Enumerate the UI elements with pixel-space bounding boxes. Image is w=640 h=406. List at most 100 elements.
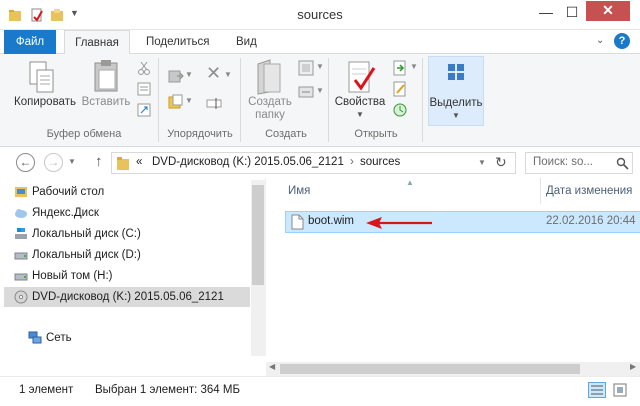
ribbon-tabs: Файл Главная Поделиться Вид (0, 30, 640, 55)
nav-label: DVD-дисковод (K:) 2015.05.06_2121 (32, 291, 224, 303)
tab-home[interactable]: Главная (64, 30, 130, 55)
address-segment-folder[interactable]: sources (360, 156, 400, 168)
ribbon-collapse-icon[interactable]: ⌄ (596, 35, 604, 46)
paste-icon[interactable] (90, 58, 122, 96)
close-button[interactable]: ✕ (586, 1, 630, 21)
copy-to-dropdown-icon[interactable]: ▼ (185, 96, 193, 105)
history-icon[interactable] (392, 102, 408, 118)
file-row[interactable]: boot.wim 22.02.2016 20:44 (285, 211, 640, 233)
tab-share[interactable]: Поделиться (136, 30, 220, 54)
select-dropdown-icon: ▼ (452, 111, 460, 120)
ribbon: Копировать Вставить Буфер обмена ▼ ▼ ✕ ▼… (0, 54, 640, 147)
cut-icon[interactable] (136, 60, 152, 76)
details-view-icon[interactable] (588, 382, 606, 398)
new-folder-button[interactable]: Создать папку (244, 96, 296, 122)
search-icon[interactable] (616, 157, 629, 170)
nav-item-desktop[interactable]: Рабочий стол (15, 182, 105, 202)
drive-icon (14, 273, 28, 281)
scroll-right-icon[interactable]: ▶ (630, 362, 636, 371)
select-label: Выделить (429, 97, 483, 109)
forward-button[interactable]: → (44, 153, 63, 172)
up-button[interactable]: ↑ (95, 153, 103, 170)
properties-icon[interactable] (346, 60, 376, 96)
open-icon[interactable] (392, 60, 408, 76)
nav-item-drive-d[interactable]: Локальный диск (D:) (14, 245, 141, 265)
tab-file[interactable]: Файл (4, 30, 56, 54)
sort-indicator-icon: ▲ (406, 178, 414, 187)
copy-to-icon[interactable] (168, 94, 184, 110)
horizontal-scrollbar[interactable]: ◀ ▶ (266, 362, 640, 376)
column-header-name[interactable]: Имя (288, 185, 310, 197)
address-separator[interactable]: › (350, 156, 354, 168)
desktop-folder-icon (15, 187, 27, 197)
status-bar: 1 элемент Выбран 1 элемент: 364 МБ (0, 376, 640, 406)
help-icon[interactable]: ? (614, 33, 630, 49)
refresh-icon[interactable]: ↻ (495, 154, 507, 171)
copy-button[interactable]: Копировать (12, 96, 78, 108)
nav-item-dvd-drive[interactable]: DVD-дисковод (K:) 2015.05.06_2121 (4, 287, 250, 307)
red-arrow-annotation-icon (366, 217, 432, 229)
new-folder-label-line1: Создать (248, 96, 292, 108)
nav-label: Сеть (46, 332, 72, 344)
create-group-label: Создать (265, 128, 307, 140)
new-item-icon[interactable] (298, 60, 314, 76)
rename-icon[interactable] (206, 96, 222, 112)
item-count: 1 элемент (19, 384, 74, 396)
file-date: 22.02.2016 20:44 (546, 215, 636, 227)
address-bar-row: ← → ▼ ↑ « DVD-дисковод (K:) 2015.05.06_2… (0, 148, 640, 178)
nav-label: Рабочий стол (32, 186, 105, 198)
scrollbar-thumb[interactable] (280, 364, 580, 374)
new-folder-icon[interactable] (254, 58, 284, 96)
dvd-icon (14, 290, 28, 304)
back-button[interactable]: ← (16, 153, 35, 172)
group-divider (422, 58, 423, 142)
nav-label: Новый том (H:) (32, 270, 113, 282)
open-group-label: Открыть (354, 128, 398, 140)
nav-pane-scrollbar[interactable] (251, 180, 265, 356)
tab-view[interactable]: Вид (226, 30, 267, 54)
selection-info: Выбран 1 элемент: 364 МБ (95, 384, 240, 396)
copy-icon[interactable] (26, 60, 58, 96)
scrollbar-thumb[interactable] (252, 185, 264, 285)
file-name: boot.wim (308, 215, 355, 227)
group-divider (240, 58, 241, 142)
move-to-icon[interactable] (168, 68, 184, 84)
clipboard-group-label: Буфер обмена (46, 128, 122, 140)
easy-access-icon[interactable] (298, 84, 314, 100)
scroll-left-icon[interactable]: ◀ (269, 362, 275, 371)
properties-button[interactable]: Свойства (332, 96, 388, 108)
delete-icon[interactable]: ✕ (206, 64, 221, 82)
nav-item-network[interactable]: Сеть (28, 328, 72, 348)
paste-shortcut-icon[interactable] (136, 102, 152, 118)
edit-icon[interactable] (392, 81, 408, 97)
open-dropdown-icon[interactable]: ▼ (410, 62, 418, 71)
maximize-button[interactable]: ☐ (558, 2, 586, 24)
search-box[interactable]: Поиск: so... (525, 152, 633, 174)
column-divider[interactable] (540, 178, 541, 204)
column-header-date[interactable]: Дата изменения (546, 185, 632, 197)
nav-label: Яндекс.Диск (32, 207, 99, 219)
nav-item-yandex-disk[interactable]: Яндекс.Диск (15, 203, 99, 223)
search-input[interactable]: Поиск: so... (533, 156, 593, 168)
new-item-dropdown-icon[interactable]: ▼ (316, 62, 324, 71)
nav-item-drive-h[interactable]: Новый том (H:) (14, 266, 113, 286)
nav-item-drive-c[interactable]: Локальный диск (C:) (15, 224, 141, 244)
properties-dropdown-icon[interactable]: ▼ (356, 110, 364, 119)
address-segment-drive[interactable]: DVD-дисковод (K:) 2015.05.06_2121 (152, 156, 344, 168)
select-button[interactable]: Выделить ▼ (428, 56, 484, 126)
network-icon (28, 331, 42, 344)
address-history-icon[interactable]: ▼ (478, 158, 486, 167)
address-overflow[interactable]: « (136, 156, 142, 168)
system-drive-icon (15, 228, 27, 239)
paste-button[interactable]: Вставить (80, 96, 132, 108)
new-folder-label-line2: папку (255, 109, 285, 121)
address-box[interactable]: « DVD-дисковод (K:) 2015.05.06_2121 › so… (111, 152, 516, 174)
drive-icon (14, 252, 28, 260)
minimize-button[interactable]: — (532, 2, 560, 24)
large-icons-view-icon[interactable] (612, 382, 628, 398)
easy-access-dropdown-icon[interactable]: ▼ (316, 86, 324, 95)
delete-dropdown-icon[interactable]: ▼ (224, 70, 232, 79)
copy-path-icon[interactable] (136, 81, 152, 97)
recent-locations-icon[interactable]: ▼ (68, 157, 76, 166)
move-to-dropdown-icon[interactable]: ▼ (185, 70, 193, 79)
